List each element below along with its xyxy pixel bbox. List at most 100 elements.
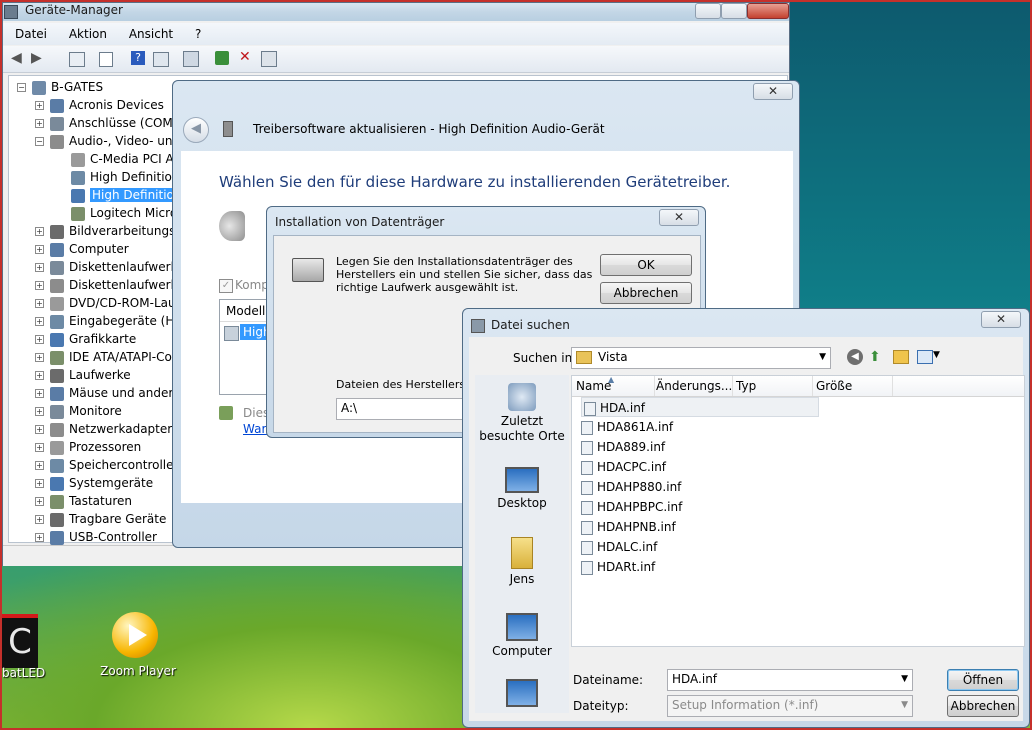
tree-item[interactable]: + IDE ATA/ATAPI-Co: [35, 348, 172, 366]
tree-item[interactable]: + Bildverarbeitungsge: [35, 222, 190, 240]
tree-item[interactable]: + Monitore: [35, 402, 122, 420]
tree-item[interactable]: + Diskettenlaufwerke: [35, 276, 184, 294]
expand-toggle[interactable]: +: [35, 353, 44, 362]
tree-item[interactable]: + DVD/CD-ROM-Lauf: [35, 294, 180, 312]
maximize-button[interactable]: [721, 3, 747, 19]
file-dialog-cancel-button[interactable]: Abbrechen: [947, 695, 1019, 717]
place-computer[interactable]: Computer: [475, 613, 569, 659]
tree-item[interactable]: Logitech Microp: [71, 204, 185, 222]
collapse-toggle[interactable]: −: [35, 137, 44, 146]
expand-toggle[interactable]: +: [35, 425, 44, 434]
update-driver-icon[interactable]: [215, 51, 229, 65]
expand-toggle[interactable]: +: [35, 389, 44, 398]
back-icon[interactable]: ◀: [11, 51, 27, 65]
column-size[interactable]: Größe: [816, 376, 893, 396]
install-disk-cancel-button[interactable]: Abbrechen: [600, 282, 692, 304]
tree-item[interactable]: C-Media PCI Au: [71, 150, 181, 168]
expand-toggle[interactable]: +: [35, 443, 44, 452]
view-menu-chevron-icon[interactable]: ▼: [933, 350, 940, 360]
tree-item[interactable]: + Diskettenlaufwerkco: [35, 258, 191, 276]
file-row[interactable]: HDARt.inf: [581, 557, 655, 577]
scan-hardware-icon[interactable]: [183, 51, 199, 67]
tree-item[interactable]: + Anschlüsse (COM &: [35, 114, 186, 132]
wizard-close-button[interactable]: ✕: [753, 83, 793, 100]
tree-item[interactable]: + Computer: [35, 240, 129, 258]
expand-toggle[interactable]: +: [35, 299, 44, 308]
view-menu-icon[interactable]: [917, 350, 933, 364]
tree-item[interactable]: + Netzwerkadapter: [35, 420, 172, 438]
chevron-down-icon[interactable]: ▼: [901, 696, 908, 714]
desktop-icon-batled[interactable]: C batLED: [2, 610, 46, 680]
file-dialog-close-button[interactable]: ✕: [981, 311, 1021, 328]
expand-toggle[interactable]: +: [35, 281, 44, 290]
help-icon[interactable]: ?: [131, 51, 145, 65]
menu-aktion[interactable]: Aktion: [69, 27, 107, 41]
menu-datei[interactable]: Datei: [15, 27, 47, 41]
tree-item[interactable]: − Audio-, Video- und: [35, 132, 180, 150]
tree-item[interactable]: + Systemgeräte: [35, 474, 153, 492]
expand-toggle[interactable]: +: [35, 533, 44, 542]
tree-item[interactable]: High Definition: [71, 186, 184, 204]
place-recent[interactable]: Zuletzt besuchte Orte: [475, 383, 569, 444]
expand-toggle[interactable]: +: [35, 335, 44, 344]
tree-item[interactable]: High Definition: [71, 168, 180, 186]
expand-toggle[interactable]: +: [35, 263, 44, 272]
file-row[interactable]: HDAHP880.inf: [581, 477, 681, 497]
menu-ansicht[interactable]: Ansicht: [129, 27, 173, 41]
file-row[interactable]: HDACPC.inf: [581, 457, 666, 477]
expand-toggle[interactable]: +: [35, 479, 44, 488]
expand-toggle[interactable]: +: [35, 101, 44, 110]
collapse-toggle[interactable]: −: [17, 83, 26, 92]
tree-item[interactable]: + USB-Controller: [35, 528, 157, 546]
compat-checkbox[interactable]: ✓: [219, 279, 233, 293]
column-modified[interactable]: Änderungs...: [656, 376, 733, 396]
expand-toggle[interactable]: +: [35, 245, 44, 254]
ok-button[interactable]: OK: [600, 254, 692, 276]
forward-icon[interactable]: ▶: [31, 51, 47, 65]
tree-item[interactable]: + Acronis Devices: [35, 96, 164, 114]
chevron-down-icon[interactable]: ▼: [901, 670, 908, 688]
file-row[interactable]: HDA861A.inf: [581, 417, 673, 437]
tree-item[interactable]: + Prozessoren: [35, 438, 141, 456]
tree-item[interactable]: + Tragbare Geräte: [35, 510, 166, 528]
place-network[interactable]: [475, 679, 569, 710]
up-folder-icon[interactable]: ⬆: [869, 349, 885, 365]
expand-toggle[interactable]: +: [35, 371, 44, 380]
minimize-button[interactable]: [695, 3, 721, 19]
close-button[interactable]: [747, 3, 789, 19]
expand-toggle[interactable]: +: [35, 317, 44, 326]
tree-root[interactable]: − B-GATES: [17, 78, 103, 96]
expand-toggle[interactable]: +: [35, 227, 44, 236]
install-disk-close-button[interactable]: ✕: [659, 209, 699, 226]
filename-input[interactable]: HDA.inf ▼: [667, 669, 913, 691]
new-folder-icon[interactable]: [893, 350, 909, 364]
expand-toggle[interactable]: +: [35, 461, 44, 470]
tree-item[interactable]: + Grafikkarte: [35, 330, 136, 348]
tree-item[interactable]: + Laufwerke: [35, 366, 131, 384]
expand-toggle[interactable]: +: [35, 119, 44, 128]
file-row[interactable]: HDA889.inf: [581, 437, 665, 457]
place-desktop[interactable]: Desktop: [475, 467, 569, 511]
open-button[interactable]: Öffnen: [947, 669, 1019, 691]
expand-toggle[interactable]: +: [35, 407, 44, 416]
console-tree-icon[interactable]: [69, 52, 85, 67]
file-row[interactable]: HDALC.inf: [581, 537, 657, 557]
file-row[interactable]: HDA.inf: [581, 397, 819, 417]
tree-item[interactable]: + Mäuse und andere: [35, 384, 180, 402]
path-input[interactable]: A:\: [336, 398, 476, 420]
file-row[interactable]: HDAHPBPC.inf: [581, 497, 682, 517]
place-jens[interactable]: Jens: [475, 537, 569, 587]
expand-toggle[interactable]: +: [35, 497, 44, 506]
back-nav-icon[interactable]: ◀: [847, 349, 863, 365]
filetype-select[interactable]: Setup Information (*.inf) ▼: [667, 695, 913, 717]
wizard-back-button[interactable]: ◀: [183, 117, 209, 143]
chevron-down-icon[interactable]: ▼: [819, 348, 826, 366]
file-row[interactable]: HDAHPNB.inf: [581, 517, 676, 537]
desktop-icon-zoom-player[interactable]: Zoom Player: [98, 610, 178, 680]
menu-help[interactable]: ?: [195, 27, 201, 41]
view-icon[interactable]: [153, 52, 169, 67]
tree-item[interactable]: + Tastaturen: [35, 492, 132, 510]
tree-item[interactable]: + Eingabegeräte (Hun: [35, 312, 190, 330]
column-name[interactable]: Name: [576, 376, 655, 396]
expand-toggle[interactable]: +: [35, 515, 44, 524]
